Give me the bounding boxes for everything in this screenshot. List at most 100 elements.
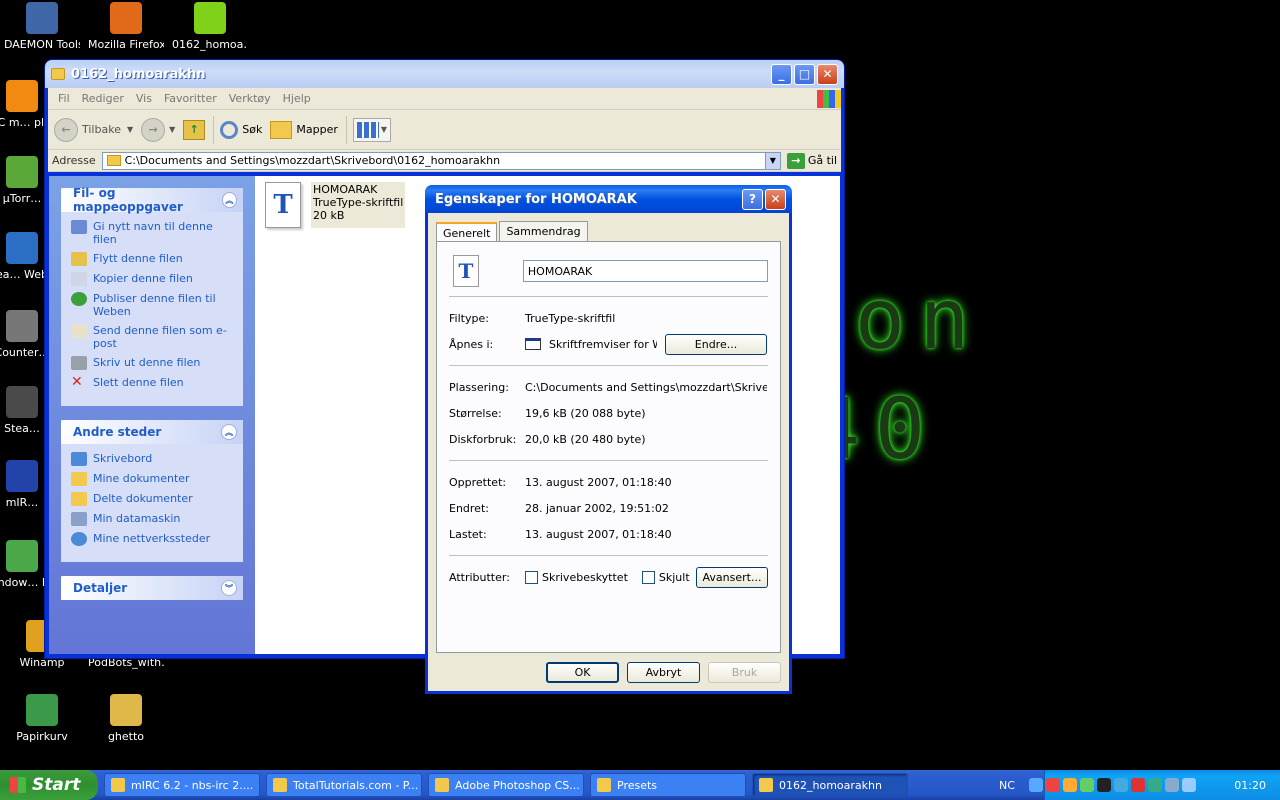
utorrent-icon	[6, 156, 38, 188]
folder-icon	[106, 155, 121, 166]
file-item[interactable]: T HOMOARAK TrueType-skriftfil 20 kB	[265, 182, 406, 228]
back-label: Tilbake	[82, 123, 121, 136]
taskbar-button[interactable]: Presets	[590, 773, 746, 797]
tray-app-icon[interactable]	[1181, 778, 1196, 792]
close-button[interactable]: ✕	[817, 63, 838, 85]
dropdown-arrow-icon: ▼	[126, 125, 134, 134]
menu-favorites[interactable]: Favoritter	[158, 92, 223, 105]
tray-volume-icon[interactable]	[1164, 778, 1179, 792]
task-copy[interactable]: Kopier denne filen	[71, 272, 233, 286]
advanced-button[interactable]: Avansert...	[696, 566, 768, 588]
photoshop-task-icon	[435, 778, 449, 792]
views-button[interactable]: ▼	[352, 117, 392, 142]
size-value: 19,6 kB (20 088 byte)	[525, 406, 646, 420]
address-dropdown[interactable]: ▼	[764, 152, 780, 169]
forward-button[interactable]: → ▼	[141, 117, 175, 142]
desktop-icon-12[interactable]: Papirkurv	[4, 694, 80, 743]
task-delete[interactable]: ✕ Slett denne filen	[71, 375, 233, 390]
taskbar-button-label: 0162_homoarakhn	[779, 778, 882, 792]
folders-icon	[270, 120, 293, 139]
task-pane: Fil- og mappeoppgaver ︽ Gi nytt navn til…	[49, 176, 255, 654]
tray-app-icon[interactable]	[1045, 778, 1060, 792]
apply-button[interactable]: Bruk	[708, 662, 781, 683]
minimize-button[interactable]: _	[771, 63, 792, 85]
language-indicator[interactable]: NC	[999, 779, 1015, 792]
place-my-computer[interactable]: Min datamaskin	[71, 512, 233, 526]
explorer-titlebar[interactable]: 0162_homoarakhn _ □ ✕	[45, 60, 844, 88]
tray-security-icon[interactable]	[1130, 778, 1145, 792]
desktop-icon-13[interactable]: ghetto	[88, 694, 164, 743]
go-arrow-icon: →	[786, 152, 805, 169]
desktop-icon-label: Papirkurv	[16, 730, 68, 743]
taskbar-button[interactable]: TotalTutorials.com - P...	[266, 773, 422, 797]
search-button[interactable]: Søk	[220, 120, 262, 139]
dropdown-arrow-icon: ▼	[380, 125, 388, 134]
folders-button[interactable]: Mapper	[270, 120, 338, 139]
dialog-titlebar[interactable]: Egenskaper for HOMOARAK ? ✕	[425, 185, 792, 213]
task-rename[interactable]: Gi nytt navn til denne filen	[71, 220, 233, 246]
details-header[interactable]: Detaljer ︾	[61, 576, 243, 600]
filetype-label: Filtype:	[449, 311, 489, 325]
cancel-button[interactable]: Avbryt	[627, 662, 700, 683]
created-value: 13. august 2007, 01:18:40	[525, 475, 672, 489]
tray-app-icon[interactable]	[1062, 778, 1077, 792]
desktop-icon-1[interactable]: Mozilla Firefox	[88, 2, 164, 51]
collapse-icon[interactable]: ︽	[221, 192, 237, 208]
start-label: Start	[32, 775, 81, 795]
go-button[interactable]: → Gå til	[786, 152, 837, 169]
back-button[interactable]: ← Tilbake ▼	[54, 117, 134, 142]
taskbar-button[interactable]: 0162_homoarakhn	[752, 773, 908, 797]
tray-utorrent-icon[interactable]	[1147, 778, 1162, 792]
start-button[interactable]: Start	[0, 770, 98, 800]
windows-logo-icon	[10, 777, 26, 793]
go-label: Gå til	[807, 154, 837, 167]
place-label: Delte dokumenter	[93, 492, 193, 505]
steam-icon	[6, 386, 38, 418]
maximize-button[interactable]: □	[794, 63, 815, 85]
help-button[interactable]: ?	[742, 188, 763, 210]
task-publish[interactable]: Publiser denne filen til Weben	[71, 292, 233, 318]
dialog-close-button[interactable]: ✕	[765, 188, 786, 210]
tray-messenger-icon[interactable]	[1079, 778, 1094, 792]
menu-edit[interactable]: Rediger	[76, 92, 130, 105]
tray-network-icon[interactable]	[1113, 778, 1128, 792]
tab-general[interactable]: Generelt	[436, 222, 498, 242]
readonly-label: Skrivebeskyttet	[542, 570, 628, 584]
desktop-icon-2[interactable]: 0162_homoa…	[172, 2, 248, 51]
up-folder-button[interactable]: ↑	[183, 119, 206, 140]
change-button[interactable]: Endre...	[665, 333, 767, 355]
tab-summary[interactable]: Sammendrag	[499, 221, 588, 241]
task-email[interactable]: Send denne filen som e-post	[71, 324, 233, 350]
place-my-documents[interactable]: Mine dokumenter	[71, 472, 233, 486]
firefox-task-icon	[273, 778, 287, 792]
address-input[interactable]: C:\Documents and Settings\mozzdart\Skriv…	[101, 151, 781, 170]
place-network[interactable]: Mine nettverkssteder	[71, 532, 233, 546]
place-shared-documents[interactable]: Delte dokumenter	[71, 492, 233, 506]
task-print[interactable]: Skriv ut denne filen	[71, 356, 233, 370]
search-icon	[220, 120, 239, 139]
other-places-header[interactable]: Andre steder ︽	[61, 420, 243, 444]
collapse-icon[interactable]: ︽	[221, 424, 237, 440]
tray-app-icon[interactable]	[1028, 778, 1043, 792]
menu-view[interactable]: Vis	[130, 92, 158, 105]
menu-file[interactable]: Fil	[52, 92, 76, 105]
menu-tools[interactable]: Verktøy	[223, 92, 277, 105]
ok-button[interactable]: OK	[546, 662, 619, 683]
menu-help[interactable]: Hjelp	[277, 92, 317, 105]
hidden-checkbox[interactable]	[641, 570, 655, 584]
expand-icon[interactable]: ︾	[221, 580, 237, 596]
desktop-icon-0[interactable]: DAEMON Tools	[4, 2, 80, 51]
file-tasks-header[interactable]: Fil- og mappeoppgaver ︽	[61, 186, 243, 214]
taskbar-button[interactable]: mIRC 6.2 - nbs-irc 2....	[104, 773, 260, 797]
place-desktop[interactable]: Skrivebord	[71, 452, 233, 466]
taskbar-button[interactable]: Adobe Photoshop CS...	[428, 773, 584, 797]
readonly-checkbox[interactable]	[525, 570, 538, 584]
task-move[interactable]: Flytt denne filen	[71, 252, 233, 266]
clock[interactable]: 01:20	[1234, 779, 1266, 792]
tray-steam-icon[interactable]	[1096, 778, 1111, 792]
filename-input[interactable]: HOMOARAK	[522, 260, 768, 282]
task-label: Gi nytt navn til denne filen	[93, 220, 213, 246]
filetype-value: TrueType-skriftfil	[525, 311, 616, 325]
recycle-bin-icon	[26, 694, 58, 726]
address-bar: Adresse C:\Documents and Settings\mozzda…	[48, 150, 841, 172]
